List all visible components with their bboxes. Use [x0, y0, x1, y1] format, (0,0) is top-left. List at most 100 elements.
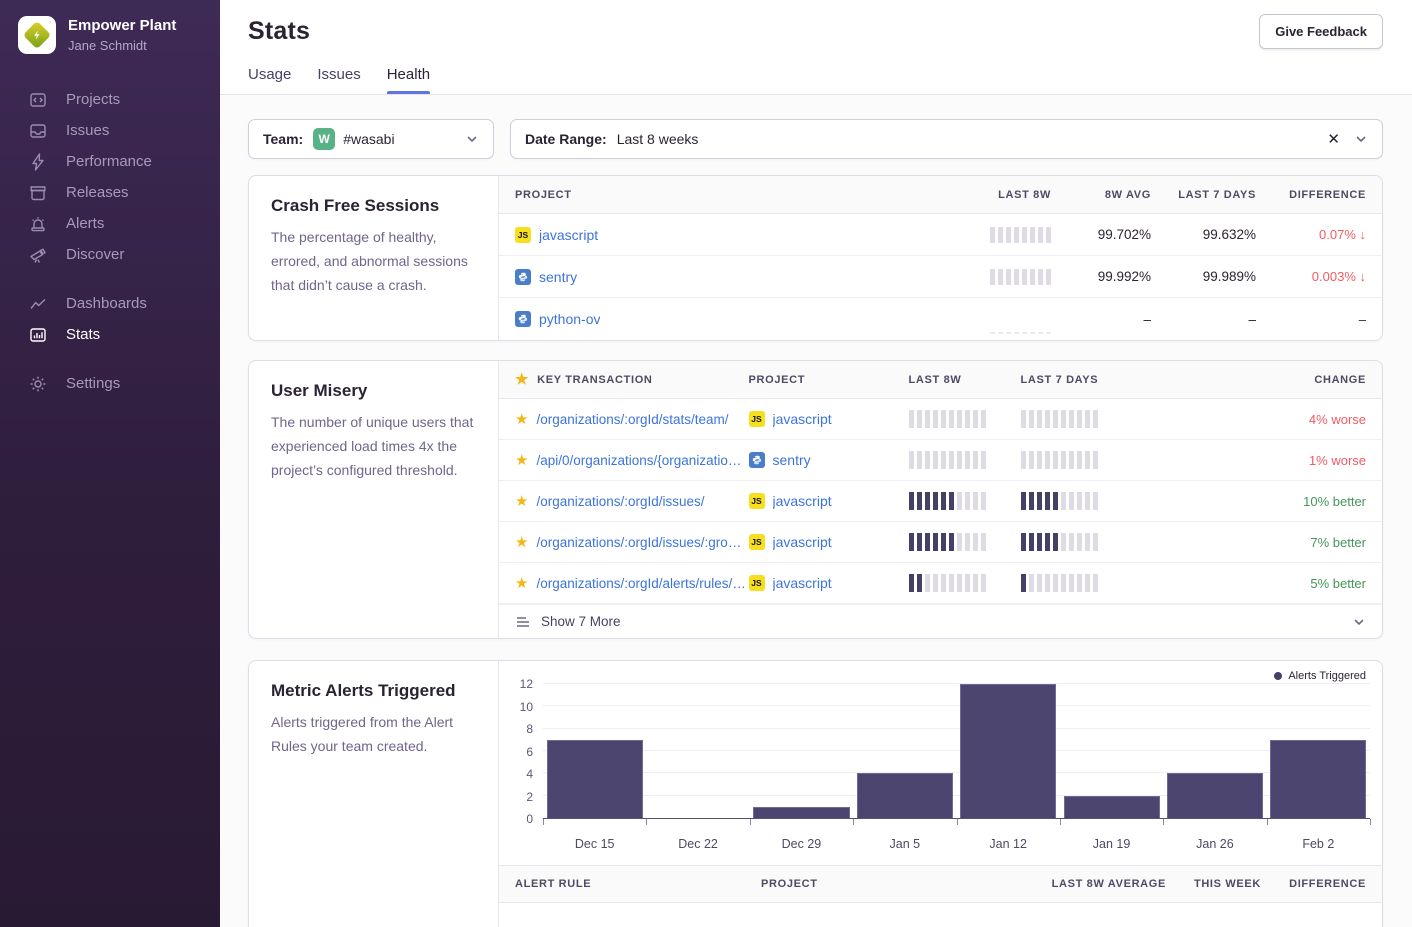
chart-x-label: Feb 2 [1267, 837, 1370, 851]
last-7d-value: – [1151, 312, 1256, 327]
chart-bar[interactable] [1267, 684, 1370, 818]
sidebar-item-projects[interactable]: Projects [0, 84, 220, 115]
list-icon [515, 614, 531, 630]
user-misery-panel: User Misery The number of unique users t… [248, 360, 1383, 639]
tab-issues[interactable]: Issues [317, 66, 360, 94]
stats-icon [28, 325, 47, 344]
sidebar-item-alerts[interactable]: Alerts [0, 208, 220, 239]
sidebar: Empower Plant Jane Schmidt Projects Issu… [0, 0, 220, 927]
difference-value: 0.07% ↓ [1256, 227, 1366, 242]
last-7d-value: 99.632% [1151, 227, 1256, 242]
difference-value: – [1256, 312, 1366, 327]
col-project: PROJECT [515, 189, 941, 201]
sparkline [990, 269, 1051, 285]
project-link[interactable]: python-ov [539, 311, 600, 327]
tab-health[interactable]: Health [387, 66, 430, 94]
project-link[interactable]: javascript [773, 411, 832, 427]
sparkline [909, 410, 1021, 428]
team-select[interactable]: Team: W #wasabi [248, 119, 494, 159]
sidebar-item-label: Alerts [66, 215, 104, 232]
org-name: Empower Plant [68, 17, 176, 36]
chart-bar[interactable] [853, 684, 956, 818]
python-platform-icon [515, 311, 531, 327]
main-content: Stats Give Feedback Usage Issues Health … [220, 0, 1412, 927]
project-link[interactable]: javascript [539, 227, 598, 243]
col-8w-avg: 8W AVG [1051, 189, 1151, 201]
chart-bar[interactable] [750, 684, 853, 818]
filter-bar: Team: W #wasabi Date Range: Last 8 weeks… [248, 119, 1383, 159]
col-project: PROJECT [749, 374, 909, 386]
col-last-8w-average: LAST 8W AVERAGE [1016, 878, 1166, 890]
table-row: python-ov – – – [499, 298, 1382, 340]
page-title: Stats [248, 17, 310, 46]
difference-value: 0.003% ↓ [1256, 269, 1366, 284]
sidebar-item-label: Performance [66, 153, 152, 170]
sparkline [990, 227, 1051, 243]
alerts-bar-chart: Alerts Triggered 024681012 Dec 15Dec 22D… [499, 661, 1382, 865]
project-link[interactable]: javascript [773, 534, 832, 550]
discover-icon [28, 245, 47, 264]
sidebar-item-label: Settings [66, 375, 120, 392]
key-transaction-star-icon[interactable]: ★ [515, 535, 528, 550]
transaction-link[interactable]: /api/0/organizations/{organization_slug}… [536, 453, 748, 468]
project-link[interactable]: javascript [773, 493, 832, 509]
chart-x-label: Jan 12 [957, 837, 1060, 851]
team-avatar: W [313, 128, 335, 150]
user-misery-table: ★ KEY TRANSACTION PROJECT LAST 8W LAST 7… [499, 361, 1382, 638]
star-icon: ★ [515, 372, 529, 387]
show-more-label: Show 7 More [541, 614, 621, 629]
panel-text: The percentage of healthy, errored, and … [271, 226, 476, 297]
project-link[interactable]: sentry [539, 269, 577, 285]
change-value: 10% better [1133, 494, 1367, 509]
org-switcher[interactable]: Empower Plant Jane Schmidt [0, 0, 220, 54]
sparkline [1021, 574, 1133, 592]
transaction-link[interactable]: /organizations/:orgId/issues/ [536, 494, 704, 509]
key-transaction-star-icon[interactable]: ★ [515, 453, 528, 468]
clear-icon[interactable]: ✕ [1327, 130, 1340, 148]
key-transaction-star-icon[interactable]: ★ [515, 494, 528, 509]
sidebar-item-performance[interactable]: Performance [0, 146, 220, 177]
page-header: Stats Give Feedback Usage Issues Health [220, 0, 1412, 95]
issues-icon [28, 121, 47, 140]
chart-legend[interactable]: Alerts Triggered [1274, 670, 1366, 682]
user-misery-description: User Misery The number of unique users t… [249, 361, 499, 638]
project-link[interactable]: sentry [773, 452, 811, 468]
sparkline [909, 492, 1021, 510]
transaction-link[interactable]: /organizations/:orgId/issues/:groupId/ [536, 535, 748, 550]
tab-usage[interactable]: Usage [248, 66, 291, 94]
col-last-8w: LAST 8W [909, 374, 1021, 386]
chart-bar[interactable] [1163, 684, 1266, 818]
show-more-button[interactable]: Show 7 More [499, 604, 1382, 638]
sparkline [1021, 533, 1133, 551]
key-transaction-star-icon[interactable]: ★ [515, 412, 528, 427]
transaction-link[interactable]: /organizations/:orgId/stats/team/ [536, 412, 728, 427]
chart-bar[interactable] [957, 684, 1060, 818]
sidebar-item-settings[interactable]: Settings [0, 368, 220, 399]
chart-bar[interactable] [543, 684, 646, 818]
project-link[interactable]: javascript [773, 575, 832, 591]
org-logo-icon [23, 21, 51, 49]
sidebar-item-releases[interactable]: Releases [0, 177, 220, 208]
sidebar-item-issues[interactable]: Issues [0, 115, 220, 146]
table-row: ★ /organizations/:orgId/alerts/rules/det… [499, 563, 1382, 604]
chevron-down-icon [1354, 132, 1368, 146]
javascript-platform-icon: JS [749, 493, 765, 509]
col-change: CHANGE [1133, 374, 1367, 386]
sidebar-item-stats[interactable]: Stats [0, 319, 220, 350]
give-feedback-button[interactable]: Give Feedback [1259, 14, 1383, 49]
sidebar-item-dashboards[interactable]: Dashboards [0, 288, 220, 319]
key-transaction-star-icon[interactable]: ★ [515, 576, 528, 591]
chart-y-axis: 024681012 [499, 684, 533, 819]
date-range-select[interactable]: Date Range: Last 8 weeks ✕ [510, 119, 1383, 159]
chart-bar[interactable] [646, 684, 749, 818]
panel-text: Alerts triggered from the Alert Rules yo… [271, 711, 476, 759]
javascript-platform-icon: JS [749, 575, 765, 591]
col-last-7-days: LAST 7 DAYS [1151, 189, 1256, 201]
chart-x-label: Dec 29 [750, 837, 853, 851]
python-platform-icon [749, 452, 765, 468]
sidebar-item-discover[interactable]: Discover [0, 239, 220, 270]
transaction-link[interactable]: /organizations/:orgId/alerts/rules/detai… [536, 576, 748, 591]
sparkline [1021, 492, 1133, 510]
crash-free-description: Crash Free Sessions The percentage of he… [249, 176, 499, 340]
chart-bar[interactable] [1060, 684, 1163, 818]
